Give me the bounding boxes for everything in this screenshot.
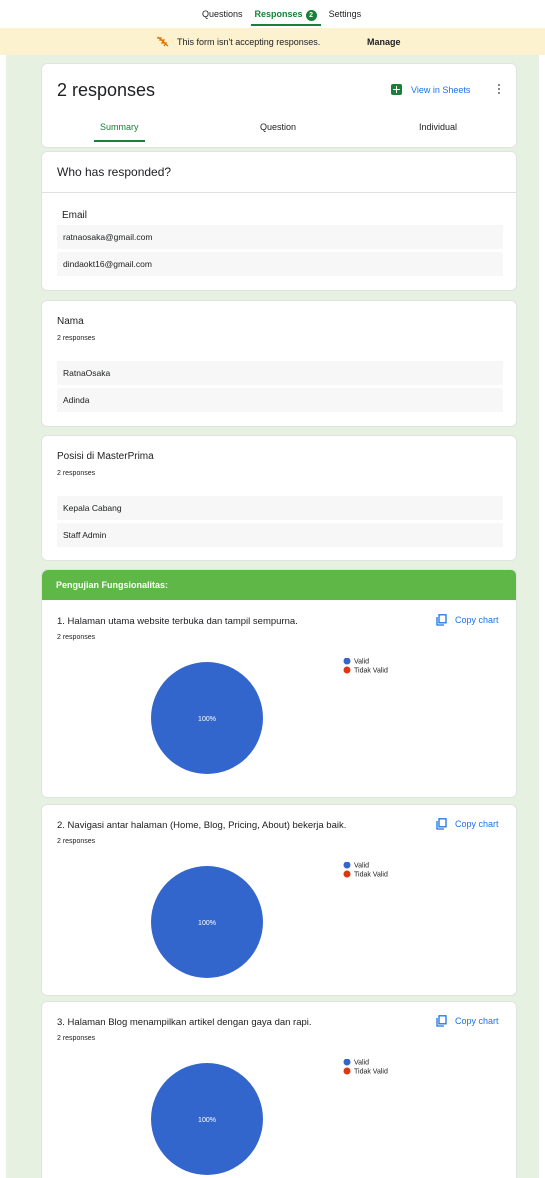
tab-questions[interactable]: Questions [196,0,249,28]
legend-label: Tidak Valid [354,872,388,879]
responses-header-card: 2 responses View in Sheets Summary Quest… [41,63,517,148]
section-title: Pengujian Fungsionalitas: [56,580,169,590]
copy-chart-label: Copy chart [455,819,499,829]
legend-marker [343,870,351,878]
tab-responses-label: Responses [254,9,303,19]
chart-title: 3. Halaman Blog menampilkan artikel deng… [57,1017,312,1028]
nama-question-card: Nama 2 responses RatnaOsaka Adinda [41,300,517,427]
posisi-question-card: Posisi di MasterPrima 2 responses Kepala… [41,435,517,561]
subtab-question[interactable]: Question [260,122,296,132]
responses-count-title: 2 responses [57,80,156,100]
responses-area: 2 responses View in Sheets Summary Quest… [6,55,539,1178]
response-count: 2 responses [57,838,96,845]
divider [42,192,516,193]
legend-marker [343,666,351,674]
chart-card: 3. Halaman Blog menampilkan artikel deng… [41,1001,517,1178]
question-title: Nama [57,316,84,327]
subtab-summary[interactable]: Summary [94,122,144,142]
answer-row: Adinda [57,388,503,412]
copy-icon [436,1015,447,1027]
copy-chart-button[interactable]: Copy chart [436,1015,499,1027]
legend-label: Valid [354,659,369,666]
legend-label: Tidak Valid [354,668,388,675]
pie-chart: 100% Valid Tidak Valid [151,658,388,774]
response-count: 2 responses [57,335,96,342]
answer-row: Staff Admin [57,523,503,547]
copy-icon [436,614,447,626]
legend-marker [343,658,351,665]
copy-chart-label: Copy chart [455,615,499,625]
copy-icon [436,818,447,830]
answer-row: Kepala Cabang [57,496,503,520]
who-responded-card: Who has responded? Email ratnaosaka@gmai… [41,151,517,291]
email-row: dindaokt16@gmail.com [57,252,503,276]
sheets-icon [391,84,402,95]
copy-chart-label: Copy chart [455,1016,499,1026]
chart-title: 2. Navigasi antar halaman (Home, Blog, P… [57,820,347,831]
copy-chart-button[interactable]: Copy chart [436,818,499,830]
view-in-sheets-label: View in Sheets [411,84,471,95]
pie-data-label: 100% [198,920,216,927]
response-count: 2 responses [57,470,96,477]
pie-data-label: 100% [198,1117,216,1124]
response-count: 2 responses [57,1035,96,1042]
question-title: Posisi di MasterPrima [57,451,154,462]
section-chart-card: Pengujian Fungsionalitas: 1. Halaman uta… [41,569,517,798]
tab-questions-label: Questions [202,9,243,19]
tab-settings[interactable]: Settings [323,0,368,28]
subtab-individual[interactable]: Individual [419,122,457,132]
section-header: Pengujian Fungsionalitas: [42,570,516,600]
form-tabs: Questions Responses 2 Settings [196,0,367,28]
more-options-icon[interactable] [497,83,501,97]
responses-off-icon [157,36,169,47]
legend-label: Valid [354,1060,369,1067]
who-responded-title: Who has responded? [57,165,172,179]
top-navigation: Questions Responses 2 Settings [0,0,545,28]
email-label: Email [62,210,88,221]
email-row: ratnaosaka@gmail.com [57,225,503,249]
chart-card: 2. Navigasi antar halaman (Home, Blog, P… [41,804,517,996]
pie-chart: 100% Valid Tidak Valid [151,1059,388,1175]
view-in-sheets-button[interactable]: View in Sheets [391,84,470,95]
answer-row: RatnaOsaka [57,361,503,385]
legend-marker [343,862,351,869]
legend-label: Tidak Valid [354,1069,388,1076]
legend-marker [343,1059,351,1066]
banner-message: This form isn't accepting responses. [177,37,321,47]
chart-title: 1. Halaman utama website terbuka dan tam… [57,616,298,627]
pie-data-label: 100% [198,716,216,723]
response-count: 2 responses [57,634,96,641]
manage-button[interactable]: Manage [367,37,401,47]
legend-label: Valid [354,863,369,870]
tab-responses[interactable]: Responses 2 [249,0,323,28]
responses-count-badge: 2 [305,10,317,21]
pie-chart: 100% Valid Tidak Valid [151,862,388,978]
not-accepting-banner: This form isn't accepting responses. Man… [0,28,545,55]
copy-chart-button[interactable]: Copy chart [436,614,499,626]
legend-marker [343,1067,351,1075]
tab-settings-label: Settings [328,9,362,19]
